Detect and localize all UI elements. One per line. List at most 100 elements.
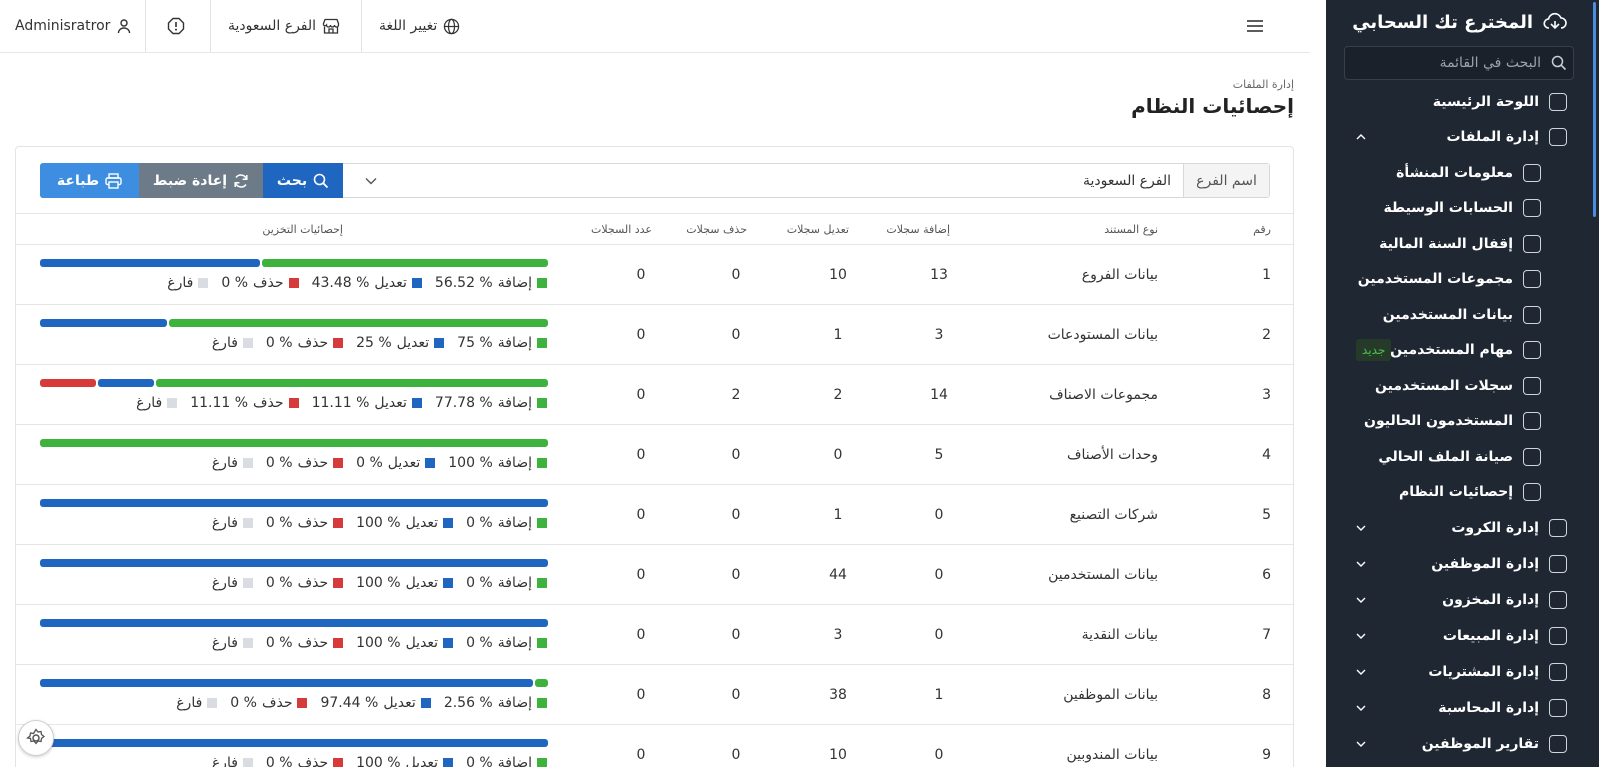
new-badge: جديد — [1356, 339, 1392, 361]
legend-del-swatch — [333, 638, 344, 648]
legend-empty-label: فارغ — [211, 635, 238, 651]
sidebar-item[interactable]: تقارير الموظفين — [1422, 726, 1567, 762]
reset-button[interactable]: إعادة ضبط — [139, 163, 263, 198]
legend-empty-swatch — [242, 578, 253, 588]
user-icon — [118, 19, 131, 34]
cell-count: 0 — [636, 627, 646, 643]
legend-del-label: حذف — [297, 335, 329, 351]
legend-empty-swatch — [242, 338, 253, 348]
cell-deleted: 0 — [731, 327, 741, 343]
sidebar-item[interactable]: إدارة الملفات — [1446, 119, 1567, 155]
legend-add-pct: 0 % — [466, 575, 493, 591]
chevron-down-icon[interactable] — [361, 164, 381, 197]
legend-add-label: إضافة — [497, 455, 532, 471]
cell-deleted: 0 — [731, 267, 741, 283]
sidebar-scrollbar[interactable] — [1579, 0, 1599, 767]
building-icon — [1523, 164, 1541, 182]
sidebar-item[interactable]: مهام المستخدمين — [1390, 332, 1541, 368]
sidebar-item[interactable]: إدارة المشتريات — [1428, 654, 1567, 690]
cell-num: 6 — [1262, 567, 1271, 583]
sidebar-item[interactable]: بيانات المستخدمين — [1383, 297, 1541, 333]
legend-add-pct: 0 % — [466, 755, 493, 767]
menu-search-input[interactable]: البحث في القائمة — [1344, 46, 1574, 80]
legend-edit-label: تعديل — [374, 275, 407, 291]
storage-bar — [40, 439, 548, 447]
sidebar-item[interactable]: صيانة الملف الحالي — [1378, 439, 1541, 475]
chevron-down-icon[interactable] — [1356, 618, 1366, 654]
language-switcher[interactable]: تغيير اللغة — [379, 0, 460, 52]
cell-added: 1 — [934, 687, 944, 703]
sidebar-item[interactable]: الحسابات الوسيطة — [1383, 190, 1541, 226]
chevron-down-icon[interactable] — [1356, 510, 1366, 546]
breadcrumb[interactable]: إدارة الملفات — [1233, 78, 1294, 91]
search-button[interactable]: بحث — [263, 163, 343, 198]
chevron-down-icon[interactable] — [1356, 726, 1366, 762]
cell-added: 0 — [934, 747, 944, 763]
chevron-down-icon[interactable] — [1356, 654, 1366, 690]
sidebar-item-label: بيانات المستخدمين — [1382, 307, 1513, 323]
storage-legend: إضافة 0 % تعديل 100 % حذف 0 % فارغ — [199, 513, 547, 533]
chevron-down-icon[interactable] — [1356, 582, 1366, 618]
legend-del-swatch — [333, 458, 344, 468]
legend-add-swatch — [537, 698, 547, 708]
legend-del-label: حذف — [253, 275, 284, 291]
legend-del-pct: 0 % — [265, 455, 293, 471]
legend-edit-swatch — [411, 278, 422, 288]
legend-del-pct: 0 % — [265, 335, 293, 351]
legend-empty-swatch — [242, 638, 253, 648]
cell-doc-type: بيانات المستودعات — [1047, 327, 1158, 343]
sidebar-item[interactable]: إدارة الكروت — [1451, 510, 1567, 546]
sidebar-item[interactable]: إقفال السنة المالية — [1379, 226, 1541, 262]
chevron-up-icon[interactable] — [1356, 119, 1366, 155]
legend-edit-label: تعديل — [374, 395, 407, 411]
cell-count: 0 — [636, 327, 646, 343]
sidebar-item[interactable]: معلومات المنشأة — [1396, 155, 1541, 191]
branch-selector[interactable]: الفرع السعودية — [228, 0, 340, 52]
sidebar-item-label: إدارة المخزون — [1442, 592, 1539, 608]
storage-bar — [40, 739, 548, 747]
sidebar-item[interactable]: اللوحة الرئيسية — [1433, 84, 1567, 120]
legend-edit-swatch — [420, 698, 431, 708]
bar-segment-edit — [40, 259, 261, 267]
cell-edited: 1 — [833, 507, 843, 523]
sidebar-item[interactable]: إدارة المبيعات — [1443, 618, 1567, 654]
alert-button[interactable] — [167, 0, 185, 52]
cell-edited: 2 — [833, 387, 843, 403]
brand[interactable]: المخترع تك السحابي — [1352, 8, 1567, 36]
sidebar-item[interactable]: سجلات المستخدمين — [1375, 368, 1541, 404]
legend-add-pct: 0 % — [466, 515, 493, 531]
dollar-icon — [1549, 699, 1567, 717]
cell-count: 0 — [636, 447, 646, 463]
legend-add-label: إضافة — [497, 695, 532, 711]
legend-add-swatch — [537, 398, 547, 408]
sidebar-item[interactable]: إدارة المخزون — [1442, 582, 1567, 618]
storage-legend: إضافة 75 % تعديل 25 % حذف 0 % فارغ — [199, 333, 547, 353]
settings-button[interactable] — [18, 720, 54, 756]
sidebar-item-label: اللوحة الرئيسية — [1432, 94, 1539, 110]
chevron-down-icon[interactable] — [1356, 546, 1366, 582]
sidebar-item[interactable]: مجموعات المستخدمين — [1358, 261, 1541, 297]
cell-deleted: 0 — [731, 687, 741, 703]
col-stats: إحصائيات التخزين — [262, 223, 343, 236]
cell-deleted: 0 — [731, 747, 741, 763]
chevron-down-icon[interactable] — [1356, 690, 1366, 726]
cell-count: 0 — [636, 687, 646, 703]
menu-toggle-button[interactable] — [1240, 12, 1270, 40]
cell-added: 14 — [930, 387, 948, 403]
users-icon — [1523, 306, 1541, 324]
branch-filter-label: اسم الفرع — [1183, 164, 1269, 197]
bar-segment-edit — [40, 319, 167, 327]
sidebar-item[interactable]: إدارة المحاسبة — [1438, 690, 1567, 726]
branch-filter-select[interactable]: الفرع السعودية — [1083, 164, 1171, 197]
scrollbar-thumb[interactable] — [1593, 2, 1596, 217]
col-edited: تعديل سجلات — [786, 223, 849, 236]
user-menu[interactable]: Adminisratror — [15, 0, 132, 52]
sidebar-item[interactable]: إدارة الموظفين — [1431, 546, 1567, 582]
print-button[interactable]: طباعة — [40, 163, 139, 198]
legend-edit-swatch — [443, 758, 454, 767]
sidebar-item[interactable]: إحصائيات النظام — [1399, 474, 1541, 510]
legend-add-pct: 75 % — [457, 335, 493, 351]
legend-empty-label: فارغ — [136, 395, 163, 411]
legend-empty-swatch — [167, 398, 178, 408]
sidebar-item[interactable]: المستخدمون الحاليون — [1364, 403, 1541, 439]
